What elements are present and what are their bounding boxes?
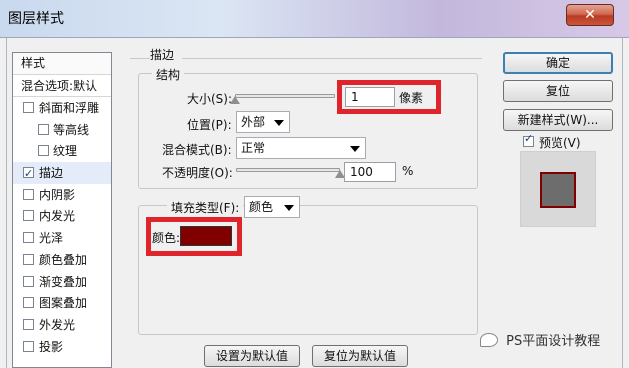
watermark-text: PS平面设计教程 [506,334,601,349]
preview-label: 预览(V) [539,136,581,150]
size-slider-thumb[interactable] [230,96,240,104]
divider [130,58,150,59]
close-icon: ✕ [584,7,596,23]
style-item[interactable]: 等高线 [13,119,111,141]
reset-button[interactable]: 复位 [503,80,613,102]
size-input[interactable]: 1 [345,87,395,107]
divider [182,58,482,59]
preview-check-icon [523,132,534,147]
style-item[interactable]: 图案叠加 [13,292,111,314]
size-label: 大小(S): [187,92,233,106]
structure-title: 结构 [152,66,185,83]
reset-default-button[interactable]: 复位为默认值 [312,345,408,367]
chevron-down-icon [350,146,360,152]
style-item[interactable]: 斜面和浮雕 [13,97,111,119]
style-item-label: 内阴影 [39,187,76,202]
style-item-label: 外发光 [39,317,76,332]
style-item-checkbox[interactable] [23,297,34,309]
color-swatch[interactable] [180,226,232,246]
chevron-down-icon [274,120,284,126]
watermark: PS平面设计教程 [480,330,600,349]
style-item-label: 光泽 [39,231,64,246]
style-item-checkbox[interactable] [23,232,34,244]
style-item-checkbox[interactable] [23,210,34,222]
style-item-label: 等高线 [53,122,90,137]
wechat-logo-icon [480,333,498,347]
style-item-checkbox[interactable] [38,123,49,135]
blend-mode-value: 正常 [241,141,266,155]
position-select[interactable]: 外部 [236,111,290,133]
style-item-label: 渐变叠加 [39,274,88,289]
chevron-down-icon [284,205,294,211]
style-item-checkbox[interactable] [23,188,34,200]
style-item[interactable]: 内阴影 [13,184,111,206]
style-item-label: 图案叠加 [39,296,88,311]
style-item-label: 投影 [39,339,64,354]
style-item-checkbox[interactable] [23,163,34,185]
fill-type-value: 颜色 [249,200,274,214]
fill-type-label: 填充类型(F): [167,199,244,216]
window-title: 图层样式 [8,11,64,27]
preview-checkbox[interactable]: 预览(V) [523,132,613,151]
color-label: 颜色: [152,231,181,245]
style-item-checkbox[interactable] [23,253,34,265]
ok-button[interactable]: 确定 [503,52,613,74]
size-unit: 像素 [399,91,424,105]
style-item[interactable]: 外发光 [13,314,111,336]
opacity-input[interactable]: 100 [344,162,396,182]
style-item[interactable]: 投影 [13,336,111,358]
style-item[interactable]: 光泽 [13,227,111,249]
style-item[interactable]: 颜色叠加 [13,249,111,271]
size-slider[interactable] [235,94,335,98]
blend-options-item[interactable]: 混合选项:默认 [13,75,111,97]
style-item[interactable]: 内发光 [13,205,111,227]
opacity-label: 不透明度(O): [162,166,233,180]
style-item-label: 颜色叠加 [39,252,88,267]
style-item-checkbox[interactable] [23,318,34,330]
preview-swatch [540,172,576,208]
opacity-unit: % [402,164,414,178]
style-item-checkbox[interactable] [23,340,34,352]
style-item[interactable]: 渐变叠加 [13,271,111,293]
preview-thumbnail [520,151,596,227]
style-item-checkbox[interactable] [38,145,49,157]
close-button[interactable]: ✕ [566,4,614,26]
style-item-label: 纹理 [53,144,78,159]
position-label: 位置(P): [187,118,232,132]
style-item[interactable]: 描边 [13,162,111,185]
style-list-header[interactable]: 样式 [13,53,111,75]
opacity-slider[interactable] [236,168,340,172]
set-default-button[interactable]: 设置为默认值 [204,345,300,367]
style-item[interactable]: 纹理 [13,140,111,162]
style-item-checkbox[interactable] [23,275,34,287]
blend-mode-label: 混合模式(B): [162,143,232,157]
stroke-section-title: 描边 [150,48,175,62]
fill-type-select[interactable]: 颜色 [244,196,300,218]
style-list: 样式 混合选项:默认 斜面和浮雕等高线纹理描边内阴影内发光光泽颜色叠加渐变叠加图… [12,52,112,368]
position-value: 外部 [241,115,266,129]
style-item-label: 描边 [39,166,64,181]
blend-mode-select[interactable]: 正常 [236,137,366,159]
style-item-checkbox[interactable] [23,102,34,113]
style-item-label: 内发光 [39,209,76,224]
title-bar: 图层样式 ✕ [0,0,629,38]
style-items: 斜面和浮雕等高线纹理描边内阴影内发光光泽颜色叠加渐变叠加图案叠加外发光投影 [13,97,111,357]
new-style-button[interactable]: 新建样式(W)... [503,109,613,131]
style-item-label: 斜面和浮雕 [39,101,100,115]
